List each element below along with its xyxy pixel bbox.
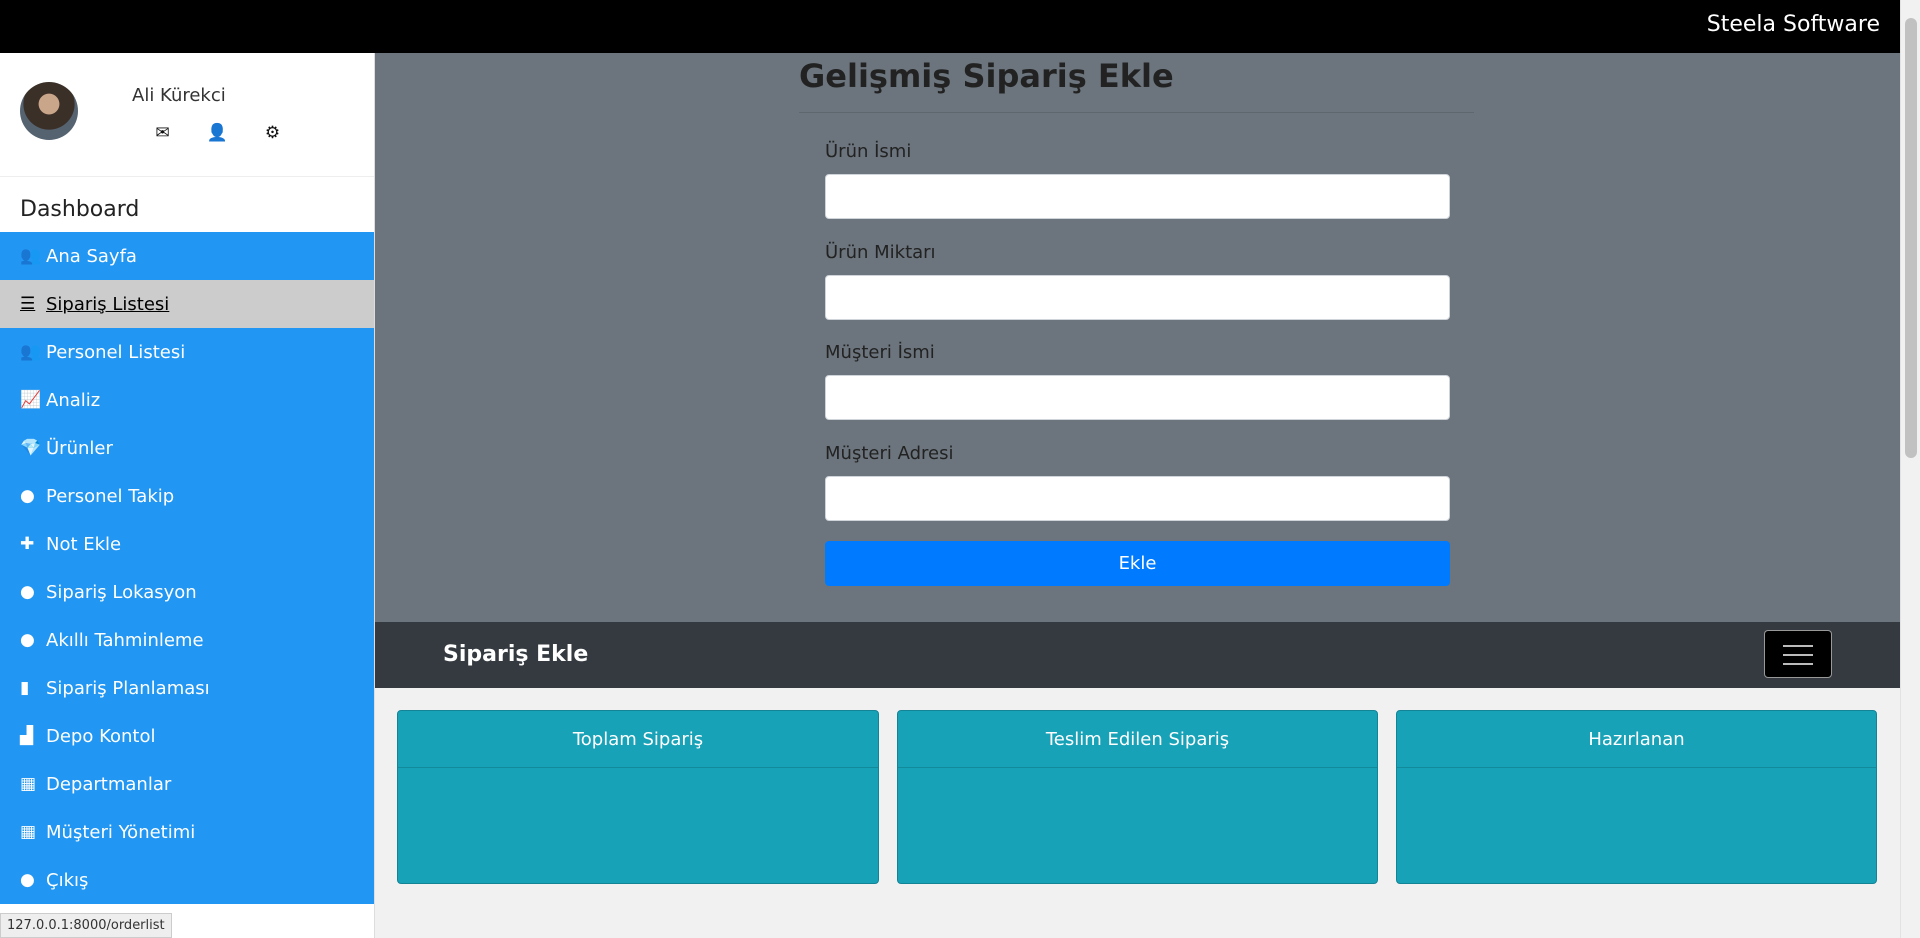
- globe-icon: ●: [20, 582, 35, 602]
- industry-icon: ▟: [20, 726, 34, 746]
- user-panel: Ali Kürekci ✉ 👤 ⚙: [0, 53, 374, 177]
- sidebar-title: Dashboard: [20, 197, 140, 222]
- product-name-input[interactable]: [825, 174, 1450, 219]
- book-icon: ▮: [20, 678, 30, 698]
- hamburger-icon[interactable]: [1764, 630, 1832, 678]
- sidebar-item-label: Depo Kontol: [46, 725, 156, 747]
- sidebar-item-label: Çıkış: [46, 869, 89, 891]
- user-actions: ✉ 👤 ⚙: [150, 123, 285, 143]
- sidebar-item-departmanlar[interactable]: ▦ Departmanlar: [0, 760, 374, 808]
- sidebar-item-musteri-yonetimi[interactable]: ▦ Müşteri Yönetimi: [0, 808, 374, 856]
- customer-name-input[interactable]: [825, 375, 1450, 420]
- customer-address-input[interactable]: [825, 476, 1450, 521]
- sidebar-item-analiz[interactable]: 📈 Analiz: [0, 376, 374, 424]
- secondary-navbar: Sipariş Ekle: [375, 622, 1900, 688]
- users-icon: 👥: [20, 342, 42, 362]
- product-quantity-input[interactable]: [825, 275, 1450, 320]
- envelope-icon[interactable]: ✉: [150, 123, 175, 143]
- building-icon: ▦: [20, 774, 37, 794]
- sidebar-item-label: Ürünler: [46, 437, 113, 459]
- sidebar-item-cikis[interactable]: ● Çıkış: [0, 856, 374, 904]
- stat-card-total-orders: Toplam Sipariş: [397, 710, 879, 884]
- sidebar-item-label: Sipariş Lokasyon: [46, 581, 197, 603]
- main-content: Gelişmiş Sipariş Ekle Ürün İsmi Ürün Mik…: [375, 53, 1900, 938]
- page-title: Gelişmiş Sipariş Ekle: [799, 57, 1174, 95]
- sidebar-item-siparis-listesi[interactable]: ☰ Sipariş Listesi: [0, 280, 374, 328]
- sidebar-item-urunler[interactable]: 💎 Ürünler: [0, 424, 374, 472]
- page-scrollbar[interactable]: [1900, 0, 1920, 938]
- sidebar-item-label: Akıllı Tahminleme: [46, 629, 204, 651]
- sidebar-item-siparis-lokasyon[interactable]: ● Sipariş Lokasyon: [0, 568, 374, 616]
- sidebar-item-label: Analiz: [46, 389, 101, 411]
- sidebar-item-label: Müşteri Yönetimi: [46, 821, 196, 843]
- sidebar-menu: 👥 Ana Sayfa ☰ Sipariş Listesi 👥 Personel L…: [0, 232, 374, 904]
- avatar: [20, 82, 78, 140]
- card-title: Toplam Sipariş: [398, 711, 878, 768]
- user-name: Ali Kürekci: [132, 85, 226, 106]
- sidebar-item-label: Sipariş Planlaması: [46, 677, 210, 699]
- divider: [799, 112, 1474, 113]
- line-chart-icon: 📈: [20, 390, 42, 410]
- order-form-panel: Gelişmiş Sipariş Ekle Ürün İsmi Ürün Mik…: [375, 53, 1900, 622]
- brand-name: Steela Software: [1706, 12, 1880, 37]
- building-icon: ▦: [20, 822, 37, 842]
- navbar-brand[interactable]: Sipariş Ekle: [443, 642, 588, 667]
- customer-address-label: Müşteri Adresi: [825, 443, 954, 464]
- status-bar-url: 127.0.0.1:8000/orderlist: [0, 913, 172, 938]
- product-quantity-label: Ürün Miktarı: [825, 242, 936, 263]
- users-icon: 👥: [20, 246, 42, 266]
- diamond-icon: 💎: [20, 438, 42, 458]
- sidebar-item-personel-takip[interactable]: ● Personel Takip: [0, 472, 374, 520]
- sidebar: Ali Kürekci ✉ 👤 ⚙ Dashboard 👥 Ana Sayfa ☰…: [0, 53, 375, 938]
- sidebar-item-label: Sipariş Listesi: [46, 293, 170, 315]
- sidebar-item-label: Personel Takip: [46, 485, 175, 507]
- card-title: Teslim Edilen Sipariş: [898, 711, 1377, 768]
- stat-card-delivered-orders: Teslim Edilen Sipariş: [897, 710, 1378, 884]
- globe-icon: ●: [20, 630, 35, 650]
- product-name-label: Ürün İsmi: [825, 141, 912, 162]
- add-button[interactable]: Ekle: [825, 541, 1450, 586]
- user-icon[interactable]: 👤: [205, 123, 230, 143]
- stat-card-preparing: Hazırlanan: [1396, 710, 1877, 884]
- list-icon: ☰: [20, 294, 36, 314]
- sidebar-item-label: Ana Sayfa: [46, 245, 137, 267]
- sidebar-item-siparis-planlamasi[interactable]: ▮ Sipariş Planlaması: [0, 664, 374, 712]
- top-bar: Steela Software: [0, 0, 1900, 53]
- sidebar-item-ana-sayfa[interactable]: 👥 Ana Sayfa: [0, 232, 374, 280]
- gear-icon[interactable]: ⚙: [260, 123, 285, 143]
- sidebar-item-label: Personel Listesi: [46, 341, 186, 363]
- sidebar-item-not-ekle[interactable]: ✚ Not Ekle: [0, 520, 374, 568]
- sidebar-item-label: Departmanlar: [46, 773, 172, 795]
- globe-icon: ●: [20, 486, 35, 506]
- sidebar-item-personel-listesi[interactable]: 👥 Personel Listesi: [0, 328, 374, 376]
- sidebar-item-akilli-tahminleme[interactable]: ● Akıllı Tahminleme: [0, 616, 374, 664]
- plus-icon: ✚: [20, 534, 35, 554]
- scrollbar-thumb[interactable]: [1905, 18, 1917, 458]
- sidebar-item-depo-kontol[interactable]: ▟ Depo Kontol: [0, 712, 374, 760]
- card-title: Hazırlanan: [1397, 711, 1876, 768]
- customer-name-label: Müşteri İsmi: [825, 342, 935, 363]
- globe-icon: ●: [20, 870, 35, 890]
- sidebar-item-label: Not Ekle: [46, 533, 122, 555]
